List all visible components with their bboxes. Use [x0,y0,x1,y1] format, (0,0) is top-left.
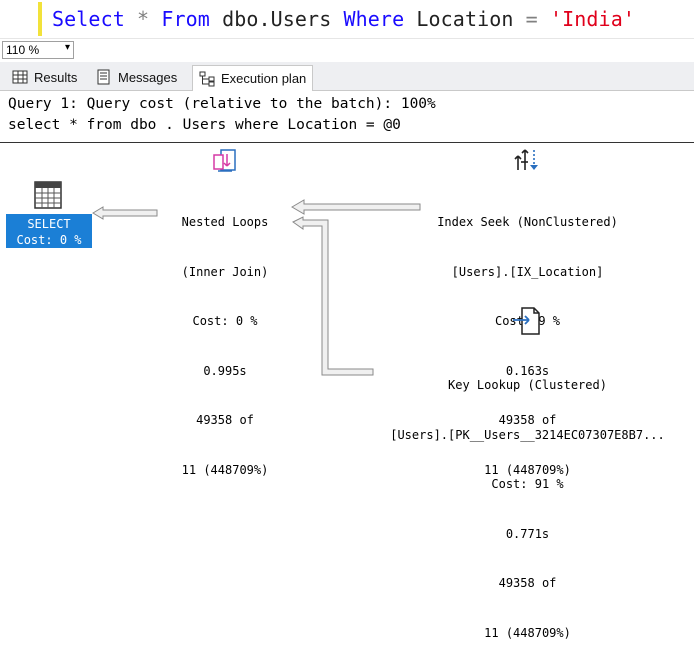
nested-loops-title: Nested Loops [181,215,269,229]
nested-loops-subtitle: (Inner Join) [181,264,269,279]
key-lookup-object: [Users].[PK__Users__3214EC07307E8B7... [390,427,665,442]
nested-loops-node[interactable]: Nested Loops (Inner Join) Cost: 0 % 0.99… [150,181,300,495]
arrow-seek-to-nested [291,199,421,215]
arrow-lookup-to-nested [292,216,374,376]
nested-loops-cost: Cost: 0 % [192,314,258,328]
key-lookup-node[interactable]: Key Lookup (Clustered) [Users].[PK__User… [370,344,685,658]
nested-loops-estimate: 11 (448709%) [181,462,269,477]
key-lookup-cost: Cost: 91 % [491,477,564,491]
key-lookup-icon[interactable] [510,305,542,337]
select-node[interactable]: SELECT Cost: 0 % [6,214,92,248]
index-seek-title: Index Seek (NonClustered) [437,215,618,229]
index-seek-object: [Users].[IX_Location] [451,264,604,279]
select-node-cost: Cost: 0 % [16,233,82,247]
key-lookup-rows: 49358 of [498,576,557,590]
nested-loops-rows: 49358 of [196,413,254,427]
select-result-icon[interactable] [33,180,63,210]
key-lookup-title: Key Lookup (Clustered) [448,378,607,392]
index-seek-icon[interactable] [512,144,542,176]
nested-loops-icon[interactable] [210,146,240,176]
key-lookup-estimate: 11 (448709%) [484,625,571,640]
arrow-nested-to-select [92,206,158,220]
key-lookup-time: 0.771s [505,526,550,541]
select-node-title: SELECT [27,217,71,231]
nested-loops-time: 0.995s [203,363,247,378]
